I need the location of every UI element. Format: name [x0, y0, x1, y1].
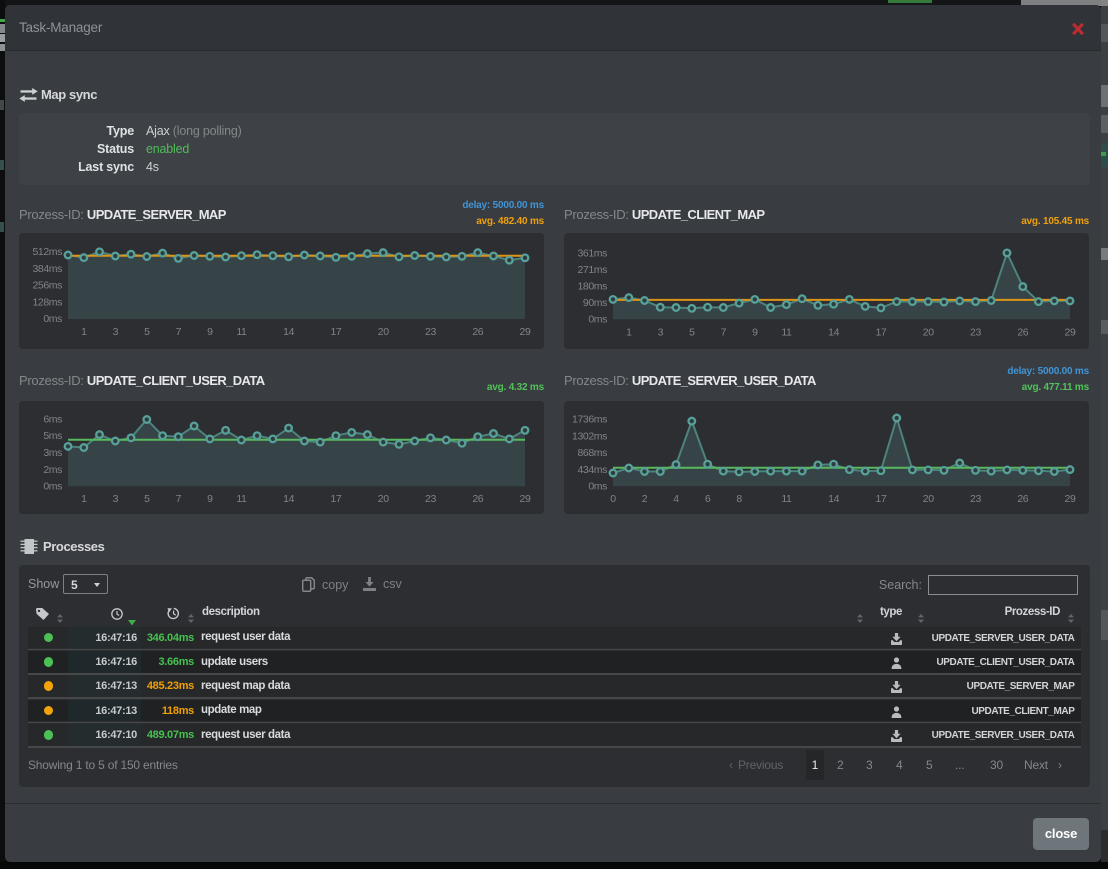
- svg-text:6: 6: [705, 493, 711, 505]
- svg-text:180ms: 180ms: [577, 281, 607, 293]
- svg-text:0ms: 0ms: [588, 314, 607, 326]
- svg-text:868ms: 868ms: [577, 447, 607, 459]
- svg-text:11: 11: [236, 326, 247, 338]
- svg-text:9: 9: [207, 493, 213, 505]
- svg-text:3ms: 3ms: [43, 447, 62, 459]
- svg-text:90ms: 90ms: [583, 297, 607, 309]
- svg-text:17: 17: [875, 493, 886, 505]
- svg-text:17: 17: [330, 493, 341, 505]
- svg-text:29: 29: [520, 493, 531, 505]
- svg-text:6ms: 6ms: [43, 413, 62, 425]
- svg-text:3: 3: [113, 493, 119, 505]
- svg-text:0ms: 0ms: [43, 481, 62, 493]
- svg-text:23: 23: [970, 326, 981, 338]
- svg-text:2ms: 2ms: [43, 464, 62, 476]
- svg-text:20: 20: [378, 326, 389, 338]
- svg-text:23: 23: [970, 493, 981, 505]
- svg-text:20: 20: [923, 326, 934, 338]
- svg-text:26: 26: [472, 493, 483, 505]
- svg-text:11: 11: [781, 326, 792, 338]
- svg-text:0ms: 0ms: [43, 313, 62, 325]
- svg-text:20: 20: [923, 493, 934, 505]
- svg-text:23: 23: [425, 326, 436, 338]
- svg-text:7: 7: [176, 326, 182, 338]
- svg-text:29: 29: [1065, 326, 1076, 338]
- svg-text:512ms: 512ms: [32, 246, 62, 258]
- svg-text:14: 14: [283, 326, 294, 338]
- svg-text:8: 8: [736, 493, 742, 505]
- svg-text:14: 14: [828, 326, 839, 338]
- svg-text:23: 23: [425, 493, 436, 505]
- svg-text:26: 26: [1017, 493, 1028, 505]
- svg-text:9: 9: [752, 326, 758, 338]
- svg-text:14: 14: [828, 493, 839, 505]
- svg-text:2: 2: [642, 493, 648, 505]
- svg-text:29: 29: [520, 326, 531, 338]
- svg-text:271ms: 271ms: [577, 264, 607, 276]
- svg-text:361ms: 361ms: [577, 247, 607, 259]
- svg-text:26: 26: [472, 326, 483, 338]
- svg-text:17: 17: [875, 326, 886, 338]
- svg-text:5: 5: [689, 326, 695, 338]
- svg-text:1736ms: 1736ms: [572, 414, 607, 426]
- svg-text:1302ms: 1302ms: [572, 430, 607, 442]
- svg-text:4: 4: [673, 493, 679, 505]
- svg-text:0: 0: [610, 493, 616, 505]
- svg-text:11: 11: [236, 493, 247, 505]
- svg-text:9: 9: [207, 326, 213, 338]
- svg-text:5: 5: [144, 493, 150, 505]
- svg-text:3: 3: [113, 326, 119, 338]
- svg-text:434ms: 434ms: [577, 464, 607, 476]
- svg-text:3: 3: [658, 326, 664, 338]
- svg-text:0ms: 0ms: [588, 481, 607, 493]
- svg-text:5ms: 5ms: [43, 430, 62, 442]
- svg-text:256ms: 256ms: [32, 280, 62, 292]
- svg-text:7: 7: [721, 326, 727, 338]
- svg-text:128ms: 128ms: [32, 296, 62, 308]
- svg-text:17: 17: [330, 326, 341, 338]
- svg-text:7: 7: [176, 493, 182, 505]
- svg-text:26: 26: [1017, 326, 1028, 338]
- svg-text:20: 20: [378, 493, 389, 505]
- svg-text:1: 1: [81, 493, 87, 505]
- svg-text:29: 29: [1065, 493, 1076, 505]
- svg-text:384ms: 384ms: [32, 263, 62, 275]
- svg-text:14: 14: [283, 493, 294, 505]
- svg-text:5: 5: [144, 326, 150, 338]
- svg-text:1: 1: [626, 326, 632, 338]
- svg-text:11: 11: [781, 493, 792, 505]
- svg-text:1: 1: [81, 326, 87, 338]
